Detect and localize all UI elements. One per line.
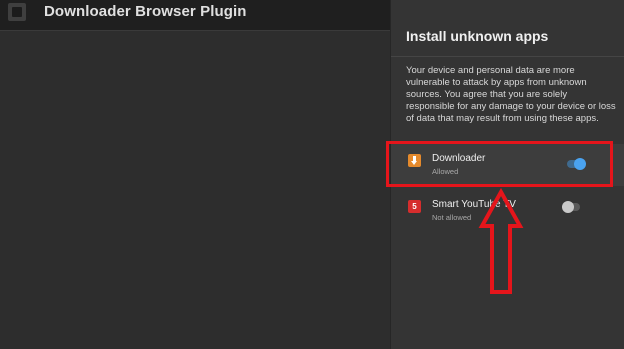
panel-title: Install unknown apps (406, 28, 549, 44)
app-content-area (0, 31, 390, 349)
up-arrow-icon (478, 188, 524, 294)
app-header: Downloader Browser Plugin (0, 0, 390, 31)
app-tile-icon (8, 3, 26, 21)
app-title: Downloader Browser Plugin (44, 3, 247, 20)
highlight-box (386, 141, 613, 187)
app-status: Not allowed (432, 213, 472, 222)
smart-youtube-tv-icon: 5 (408, 200, 421, 213)
panel-divider (391, 56, 624, 57)
toggle-thumb (562, 201, 574, 213)
security-warning-text: Your device and personal data are more v… (406, 65, 616, 124)
